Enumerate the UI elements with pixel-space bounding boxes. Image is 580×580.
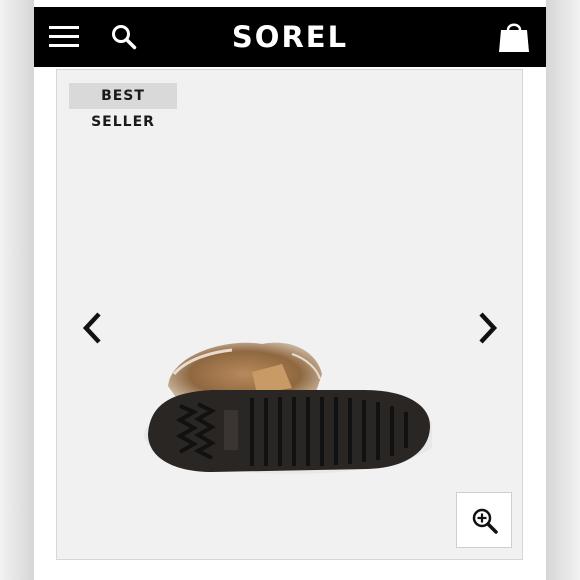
site-logo[interactable]: SOREL (214, 17, 366, 57)
zoom-in-icon (472, 508, 498, 534)
product-image-gallery: BEST SELLER (56, 69, 523, 560)
left-edge-shade (0, 0, 34, 580)
search-icon[interactable] (110, 23, 138, 51)
product-page: SOREL BEST SELLER (0, 0, 580, 580)
chevron-left-icon[interactable] (79, 310, 107, 346)
site-header: SOREL (34, 7, 546, 67)
chevron-right-icon[interactable] (473, 310, 501, 346)
best-seller-badge: BEST SELLER (69, 83, 177, 130)
shopping-bag-icon[interactable] (496, 19, 532, 55)
zoom-button[interactable] (456, 492, 512, 548)
right-edge-shade (546, 0, 580, 580)
boot-sole-image[interactable] (132, 334, 440, 484)
hamburger-menu-icon[interactable] (49, 26, 79, 48)
